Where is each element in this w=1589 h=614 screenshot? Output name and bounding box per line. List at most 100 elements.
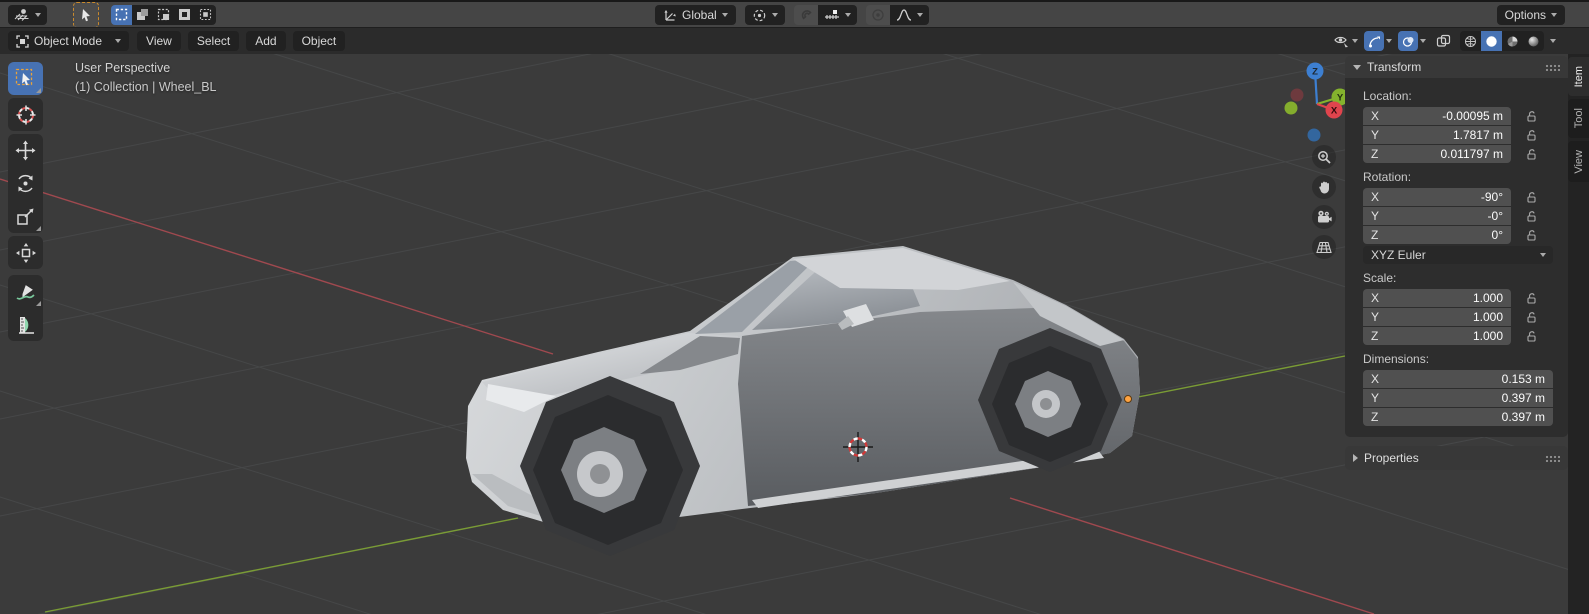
transform-panel-body: Location: X -0.00095 m Y 1.7817 m Z 0.01… (1345, 78, 1568, 437)
lock-icon[interactable] (1525, 229, 1538, 242)
object-origin-dot[interactable] (1124, 395, 1132, 403)
select-mode-intersect-button[interactable] (195, 4, 216, 25)
editor-type-dropdown[interactable] (8, 4, 47, 25)
menu-select[interactable]: Select (187, 31, 240, 51)
dimensions-y-field[interactable]: Y 0.397 m (1363, 389, 1553, 407)
rotation-x-row: X -90° (1363, 188, 1558, 206)
gizmo-minus-z-ball[interactable] (1307, 128, 1321, 142)
viewport-header: Object Mode View Select Add Object (0, 27, 1589, 54)
xray-icon (1436, 34, 1450, 47)
location-y-field[interactable]: Y 1.7817 m (1363, 126, 1511, 144)
location-z-row: Z 0.011797 m (1363, 145, 1558, 163)
shading-rendered-button[interactable] (1523, 31, 1544, 51)
scale-label: Scale: (1363, 271, 1397, 285)
orientation-axes-icon (664, 9, 676, 21)
snap-toggle-button[interactable] (793, 5, 818, 25)
rotation-y-field[interactable]: Y -0° (1363, 207, 1511, 225)
shading-solid-button[interactable] (1481, 31, 1502, 51)
chevron-down-icon[interactable] (1386, 39, 1392, 43)
object-mode-icon (16, 34, 29, 48)
tool-measure[interactable] (8, 308, 43, 341)
camera-view-button[interactable] (1312, 205, 1336, 229)
select-mode-set-button[interactable] (111, 4, 132, 25)
rotation-mode-dropdown[interactable]: XYZ Euler (1363, 246, 1553, 264)
panel-drag-grip[interactable] (1545, 63, 1560, 71)
menu-view[interactable]: View (137, 31, 181, 51)
tab-tool[interactable]: Tool (1568, 99, 1589, 138)
mode-dropdown[interactable]: Object Mode (8, 31, 130, 51)
location-label: Location: (1363, 89, 1412, 103)
chevron-down-icon[interactable] (1550, 39, 1556, 43)
lock-icon[interactable] (1525, 311, 1538, 324)
transform-orientation-dropdown[interactable]: Global (655, 5, 736, 25)
dimensions-x-row: X 0.153 m (1363, 370, 1558, 388)
zoom-button[interactable] (1312, 145, 1336, 169)
scale-x-field[interactable]: X 1.000 (1363, 289, 1511, 307)
proportional-falloff-dropdown[interactable] (889, 5, 929, 25)
lock-icon[interactable] (1525, 110, 1538, 123)
3d-viewport[interactable]: Z Y X User Perspective (1) Collection | … (0, 54, 1589, 614)
panel-drag-grip[interactable] (1545, 454, 1560, 462)
lock-icon[interactable] (1525, 129, 1538, 142)
tool-transform[interactable] (8, 236, 43, 269)
toggle-projection-button[interactable] (1312, 235, 1336, 259)
magnet-icon (801, 10, 812, 20)
tool-select-box[interactable] (8, 62, 43, 95)
rotation-z-field[interactable]: Z 0° (1363, 226, 1511, 244)
lock-icon[interactable] (1525, 292, 1538, 305)
shading-wireframe-button[interactable] (1460, 31, 1481, 51)
tab-item[interactable]: Item (1568, 57, 1589, 97)
lock-icon[interactable] (1525, 191, 1538, 204)
gizmo-minus-y-ball[interactable] (1284, 101, 1298, 115)
snap-to-dropdown[interactable] (817, 5, 857, 25)
select-mode-subtract-button[interactable] (153, 4, 174, 25)
pivot-point-dropdown[interactable] (744, 5, 785, 25)
tool-annotate[interactable] (8, 275, 43, 308)
select-cursor-icon (82, 8, 90, 21)
select-mode-invert-button[interactable] (174, 4, 195, 25)
snapping-group (793, 5, 857, 25)
lock-icon[interactable] (1525, 330, 1538, 343)
scale-y-field[interactable]: Y 1.000 (1363, 308, 1511, 326)
tab-view[interactable]: View (1568, 140, 1589, 183)
tool-cursor[interactable] (8, 98, 43, 131)
dimensions-x-field[interactable]: X 0.153 m (1363, 370, 1553, 388)
lock-icon[interactable] (1525, 210, 1538, 223)
dimensions-z-field[interactable]: Z 0.397 m (1363, 408, 1553, 426)
lock-icon[interactable] (1525, 148, 1538, 161)
xray-toggle[interactable] (1432, 31, 1454, 51)
navigation-gizmo[interactable]: Z Y X (1284, 62, 1349, 142)
front-wheel (533, 395, 683, 545)
menu-object[interactable]: Object (292, 31, 346, 51)
tool-rotate[interactable] (8, 167, 43, 200)
rotation-x-field[interactable]: X -90° (1363, 188, 1511, 206)
gizmo-minus-x-ball[interactable] (1290, 88, 1304, 102)
zoom-icon (1317, 150, 1331, 164)
properties-panel-title: Properties (1364, 451, 1419, 465)
toolbar (8, 62, 43, 344)
chevron-down-icon (721, 13, 728, 17)
select-mode-group (111, 4, 216, 25)
select-mode-extend-button[interactable] (132, 4, 153, 25)
scale-z-field[interactable]: Z 1.000 (1363, 327, 1511, 345)
show-overlays-toggle[interactable] (1398, 31, 1418, 51)
tool-scale[interactable] (8, 200, 43, 233)
hand-icon (1318, 181, 1329, 194)
viewport-display-controls (1333, 31, 1556, 51)
pan-button[interactable] (1312, 175, 1336, 199)
show-gizmo-toggle[interactable] (1364, 31, 1384, 51)
location-x-field[interactable]: X -0.00095 m (1363, 107, 1511, 125)
object-visibility-dropdown[interactable] (1333, 34, 1358, 48)
options-dropdown[interactable]: Options (1496, 5, 1565, 25)
car-model[interactable] (466, 246, 1140, 556)
shading-material-button[interactable] (1502, 31, 1523, 51)
menu-add[interactable]: Add (246, 31, 286, 51)
x-axis-line-2 (1009, 497, 1375, 614)
proportional-edit-toggle[interactable] (865, 5, 890, 25)
chevron-down-icon[interactable] (1420, 39, 1426, 43)
active-tool-indicator[interactable] (73, 1, 99, 28)
transform-panel-header[interactable]: Transform (1345, 56, 1568, 78)
location-z-field[interactable]: Z 0.011797 m (1363, 145, 1511, 163)
properties-panel-header[interactable]: Properties (1345, 446, 1568, 470)
tool-move[interactable] (8, 134, 43, 167)
